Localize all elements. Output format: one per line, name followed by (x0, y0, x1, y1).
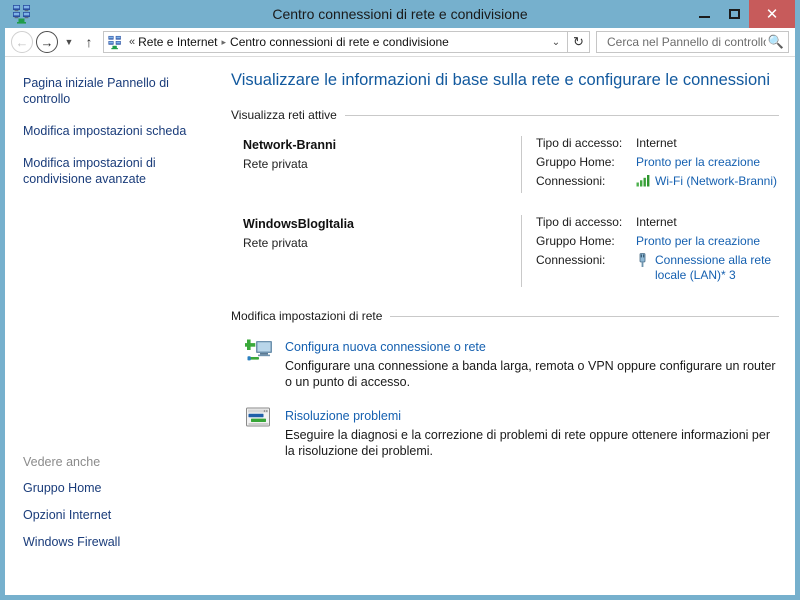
up-button[interactable]: ↑ (79, 32, 99, 52)
close-button[interactable]: ✕ (749, 0, 795, 28)
address-dropdown-icon[interactable]: ⌄ (547, 32, 565, 52)
search-icon[interactable]: 🔍 (768, 34, 784, 50)
sidebar-item-change-adapter-settings[interactable]: Modifica impostazioni scheda (23, 123, 203, 139)
connections-label: Connessioni: (536, 253, 606, 267)
connections-label: Connessioni: (536, 174, 606, 188)
vertical-divider (521, 215, 522, 287)
control-panel-window: Centro connessioni di rete e condivision… (0, 0, 800, 600)
search-box[interactable]: 🔍 (596, 31, 789, 53)
see-also-section: Vedere anche Gruppo Home Opzioni Interne… (23, 455, 213, 585)
forward-button[interactable]: → (36, 31, 58, 53)
sidebar-item-windows-firewall[interactable]: Windows Firewall (23, 534, 203, 550)
breadcrumb-item-rete-e-internet[interactable]: Rete e Internet (138, 35, 217, 49)
homegroup-value-link[interactable]: Pronto per la creazione (636, 234, 760, 249)
active-networks-heading: Visualizza reti attive (231, 108, 779, 122)
vertical-divider (521, 136, 522, 193)
sidebar-item-change-advanced-sharing-settings[interactable]: Modifica impostazioni di condivisione av… (23, 155, 203, 187)
homegroup-label: Gruppo Home: (536, 234, 615, 248)
connections-field: Connessioni: Connessione alla rete local… (536, 253, 779, 283)
navigation-bar: ← → ▼ ↑ « Rete e Internet ▸ Centro conne… (5, 28, 795, 57)
homegroup-field: Gruppo Home: Pronto per la creazione (536, 155, 779, 170)
window-title: Centro connessioni di rete e condivision… (272, 6, 528, 22)
network-details: Tipo di accesso: Internet Gruppo Home: P… (536, 215, 779, 287)
refresh-button[interactable]: ↻ (568, 31, 590, 53)
task-row: Risoluzione problemi Eseguire la diagnos… (231, 406, 779, 459)
access-type-value: Internet (636, 215, 677, 229)
sidebar-item-homegroup[interactable]: Gruppo Home (23, 480, 203, 496)
maximize-icon (728, 9, 740, 19)
network-details: Tipo di accesso: Internet Gruppo Home: P… (536, 136, 779, 193)
sidebar: Pagina iniziale Pannello di controllo Mo… (5, 57, 223, 595)
arrow-up-icon: ↑ (85, 34, 93, 50)
network-name: WindowsBlogItalia (243, 217, 354, 231)
network-identity: WindowsBlogItalia Rete privata (243, 215, 521, 287)
search-input[interactable] (605, 34, 768, 50)
back-arrow-icon: ← (15, 34, 29, 50)
section-divider (344, 114, 779, 116)
task-description: Eseguire la diagnosi e la correzione di … (285, 428, 770, 458)
network-type: Rete privata (243, 157, 308, 171)
back-button[interactable]: ← (11, 31, 33, 53)
connections-field: Connessioni: Wi-Fi (Network-Branni) (536, 174, 779, 189)
minimize-icon (698, 16, 710, 18)
homegroup-label: Gruppo Home: (536, 155, 615, 169)
close-icon: ✕ (765, 5, 779, 23)
see-also-heading: Vedere anche (23, 455, 101, 469)
connections-value-wrap: Wi-Fi (Network-Branni) (636, 174, 777, 189)
connections-value-wrap: Connessione alla rete locale (LAN)* 3 (636, 253, 779, 283)
breadcrumb-separator-icon[interactable]: ▸ (218, 37, 231, 48)
access-type-field: Tipo di accesso: Internet (536, 215, 779, 230)
breadcrumb-item-centro-connessioni[interactable]: Centro connessioni di rete e condivision… (230, 35, 449, 49)
change-settings-heading: Modifica impostazioni di rete (231, 309, 779, 323)
title-bar: Centro connessioni di rete e condivision… (5, 0, 795, 28)
breadcrumb-overflow[interactable]: « (126, 36, 138, 48)
section-divider (390, 315, 779, 317)
change-settings-label: Modifica impostazioni di rete (231, 309, 383, 323)
page-title: Visualizzare le informazioni di base sul… (231, 71, 770, 89)
access-type-field: Tipo di accesso: Internet (536, 136, 779, 151)
access-type-value: Internet (636, 136, 677, 150)
connections-value-link[interactable]: Connessione alla rete locale (LAN)* 3 (655, 253, 779, 283)
access-type-label: Tipo di accesso: (536, 215, 623, 229)
troubleshoot-link[interactable]: Risoluzione problemi (285, 409, 401, 423)
task-description: Configurare una connessione a banda larg… (285, 359, 776, 389)
refresh-icon: ↻ (573, 34, 584, 49)
active-network-row: Network-Branni Rete privata Tipo di acce… (231, 136, 779, 193)
task-body: Configura nuova connessione o rete Confi… (285, 337, 779, 390)
connections-value-link[interactable]: Wi-Fi (Network-Branni) (655, 174, 777, 189)
troubleshoot-icon (245, 406, 277, 436)
active-networks-label: Visualizza reti attive (231, 108, 337, 122)
main-pane: Visualizzare le informazioni di base sul… (223, 57, 795, 595)
window-controls: ✕ (689, 0, 795, 28)
access-type-label: Tipo di accesso: (536, 136, 623, 150)
homegroup-field: Gruppo Home: Pronto per la creazione (536, 234, 779, 249)
homegroup-value-link[interactable]: Pronto per la creazione (636, 155, 760, 170)
forward-arrow-icon: → (40, 34, 54, 50)
setup-new-connection-link[interactable]: Configura nuova connessione o rete (285, 340, 486, 354)
lan-plug-icon (636, 253, 652, 267)
network-name: Network-Branni (243, 138, 337, 152)
task-row: Configura nuova connessione o rete Confi… (231, 337, 779, 390)
recent-locations-button[interactable]: ▼ (61, 32, 77, 52)
sidebar-item-internet-options[interactable]: Opzioni Internet (23, 507, 203, 523)
content-area: Pagina iniziale Pannello di controllo Mo… (5, 57, 795, 595)
sidebar-item-control-panel-home[interactable]: Pagina iniziale Pannello di controllo (23, 75, 203, 107)
network-sharing-icon (11, 4, 33, 24)
chevron-down-icon: ▼ (64, 37, 74, 47)
breadcrumb-network-icon (107, 35, 123, 50)
task-body: Risoluzione problemi Eseguire la diagnos… (285, 406, 779, 459)
maximize-button[interactable] (719, 0, 749, 28)
new-connection-icon (245, 337, 277, 367)
network-type: Rete privata (243, 236, 308, 250)
active-network-row: WindowsBlogItalia Rete privata Tipo di a… (231, 215, 779, 287)
network-identity: Network-Branni Rete privata (243, 136, 521, 193)
address-bar[interactable]: « Rete e Internet ▸ Centro connessioni d… (103, 31, 568, 53)
wifi-signal-icon (636, 174, 652, 188)
minimize-button[interactable] (689, 0, 719, 28)
